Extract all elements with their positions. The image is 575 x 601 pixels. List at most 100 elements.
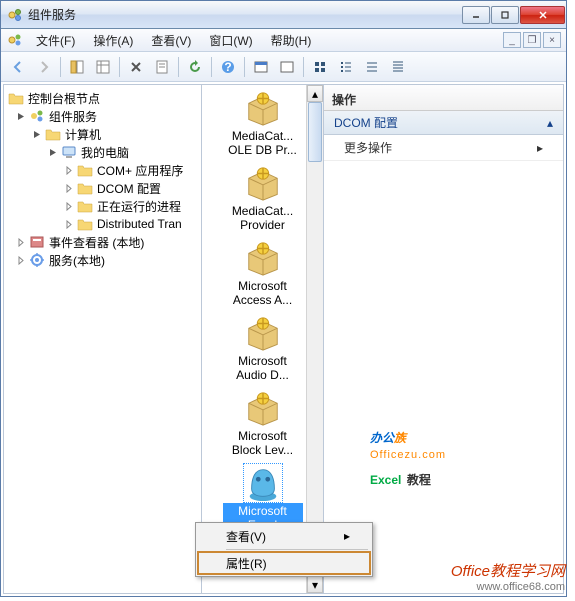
dcom-item[interactable]: MediaCat...OLE DB Pr...	[223, 89, 303, 158]
scroll-up-button[interactable]: ▴	[307, 85, 323, 102]
refresh-button[interactable]	[183, 55, 207, 79]
expand-icon[interactable]	[64, 219, 74, 229]
tree-com-apps[interactable]: COM+ 应用程序	[6, 161, 199, 179]
actions-section[interactable]: DCOM 配置 ▴	[324, 111, 563, 135]
expand-icon[interactable]	[16, 255, 26, 265]
window-title: 组件服务	[28, 6, 462, 23]
menubar: 文件(F) 操作(A) 查看(V) 窗口(W) 帮助(H) _ ❐ ×	[1, 29, 566, 52]
collapse-icon[interactable]	[48, 147, 58, 157]
menu-window[interactable]: 窗口(W)	[200, 29, 261, 52]
toolbar: ?	[1, 52, 566, 82]
context-menu-properties[interactable]: 属性(R)	[198, 552, 370, 574]
expand-icon[interactable]	[64, 201, 74, 211]
toolbar-view2-button[interactable]	[91, 55, 115, 79]
mdi-close-button[interactable]: ×	[543, 32, 561, 48]
minimize-button[interactable]	[462, 6, 490, 24]
menu-separator	[226, 549, 368, 550]
dcom-app-icon	[244, 464, 282, 502]
menu-help[interactable]: 帮助(H)	[262, 29, 321, 52]
tree-running-processes[interactable]: 正在运行的进程	[6, 197, 199, 215]
dcom-item-label: MicrosoftAudio D...	[223, 353, 303, 383]
menu-action[interactable]: 操作(A)	[84, 29, 142, 52]
tree-pane[interactable]: 控制台根节点 组件服务 计算机 我的电脑 COM+ 应用程序	[4, 85, 202, 593]
tree-computers[interactable]: 计算机	[6, 125, 199, 143]
actions-pane: 操作 DCOM 配置 ▴ 更多操作 ▸	[324, 85, 563, 593]
watermark-office68: Office教程学习网 www.office68.com	[451, 560, 565, 593]
dcom-item[interactable]: MediaCat...Provider	[223, 164, 303, 233]
tree-distributed-transaction[interactable]: Distributed Tran	[6, 215, 199, 233]
package-icon	[244, 89, 282, 127]
app-icon	[7, 7, 23, 23]
tree-label: 计算机	[65, 126, 101, 143]
mdi-restore-button[interactable]: ❐	[523, 32, 541, 48]
tree-event-viewer[interactable]: 事件查看器 (本地)	[6, 233, 199, 251]
component-services-icon	[29, 108, 45, 124]
app-icon-small	[7, 32, 23, 48]
tree-dcom-config[interactable]: DCOM 配置	[6, 179, 199, 197]
back-button[interactable]	[6, 55, 30, 79]
context-menu-properties-label: 属性(R)	[226, 555, 267, 572]
properties-button[interactable]	[150, 55, 174, 79]
tree-label: 服务(本地)	[49, 252, 105, 269]
expand-icon[interactable]	[64, 183, 74, 193]
menu-view[interactable]: 查看(V)	[142, 29, 200, 52]
collapse-icon[interactable]	[32, 129, 42, 139]
dcom-item-label: MicrosoftBlock Lev...	[223, 428, 303, 458]
forward-button[interactable]	[32, 55, 56, 79]
collapse-arrow-icon: ▴	[547, 116, 553, 130]
folder-icon	[8, 90, 24, 106]
toolbar-btn-e[interactable]	[360, 55, 384, 79]
expand-icon[interactable]	[16, 237, 26, 247]
dcom-item[interactable]: MicrosoftBlock Lev...	[223, 389, 303, 458]
tree-label: 我的电脑	[81, 144, 129, 161]
toolbar-btn-f[interactable]	[386, 55, 410, 79]
toolbar-btn-b[interactable]	[275, 55, 299, 79]
delete-button[interactable]	[124, 55, 148, 79]
tree-root[interactable]: 控制台根节点	[6, 89, 199, 107]
scrollbar[interactable]: ▴ ▾	[306, 85, 323, 593]
toolbar-btn-d[interactable]	[334, 55, 358, 79]
mdi-minimize-button[interactable]: _	[503, 32, 521, 48]
tree-services[interactable]: 服务(本地)	[6, 251, 199, 269]
dcom-item[interactable]: MicrosoftAccess A...	[223, 239, 303, 308]
list-pane[interactable]: MediaCat...OLE DB Pr... MediaCat...Provid…	[202, 85, 324, 593]
dcom-item-label: MediaCat...OLE DB Pr...	[223, 128, 303, 158]
chevron-right-icon: ▸	[537, 141, 543, 155]
tree-label: DCOM 配置	[97, 180, 161, 197]
package-icon	[244, 314, 282, 352]
watermark-officezu: 办公族 Officezu.com Excel 教程	[370, 418, 446, 490]
package-icon	[244, 239, 282, 277]
context-menu-view[interactable]: 查看(V) ▸	[198, 525, 370, 547]
maximize-button[interactable]	[491, 6, 519, 24]
tree-label: 组件服务	[49, 108, 97, 125]
menu-file[interactable]: 文件(F)	[27, 29, 84, 52]
titlebar: 组件服务	[1, 1, 566, 29]
dcom-item[interactable]: MicrosoftAudio D...	[223, 314, 303, 383]
svg-text:?: ?	[224, 60, 231, 74]
actions-section-label: DCOM 配置	[334, 114, 398, 131]
collapse-icon[interactable]	[16, 111, 26, 121]
help-button[interactable]: ?	[216, 55, 240, 79]
tree-component-services[interactable]: 组件服务	[6, 107, 199, 125]
close-button[interactable]	[520, 6, 565, 24]
folder-icon	[77, 180, 93, 196]
context-menu-view-label: 查看(V)	[226, 528, 266, 545]
dcom-item-label: MediaCat...Provider	[223, 203, 303, 233]
scroll-thumb[interactable]	[308, 102, 322, 162]
actions-more[interactable]: 更多操作 ▸	[324, 135, 563, 161]
scroll-down-button[interactable]: ▾	[307, 576, 323, 593]
folder-icon	[77, 198, 93, 214]
actions-more-label: 更多操作	[344, 139, 392, 156]
expand-icon[interactable]	[64, 165, 74, 175]
folder-icon	[77, 162, 93, 178]
package-icon	[244, 164, 282, 202]
toolbar-btn-a[interactable]	[249, 55, 273, 79]
toolbar-btn-c[interactable]	[308, 55, 332, 79]
toolbar-view1-button[interactable]	[65, 55, 89, 79]
folder-icon	[77, 216, 93, 232]
tree-my-computer[interactable]: 我的电脑	[6, 143, 199, 161]
tree-label: 正在运行的进程	[97, 198, 181, 215]
context-menu: 查看(V) ▸ 属性(R)	[195, 522, 373, 577]
submenu-arrow-icon: ▸	[344, 529, 350, 543]
actions-header: 操作	[324, 85, 563, 111]
